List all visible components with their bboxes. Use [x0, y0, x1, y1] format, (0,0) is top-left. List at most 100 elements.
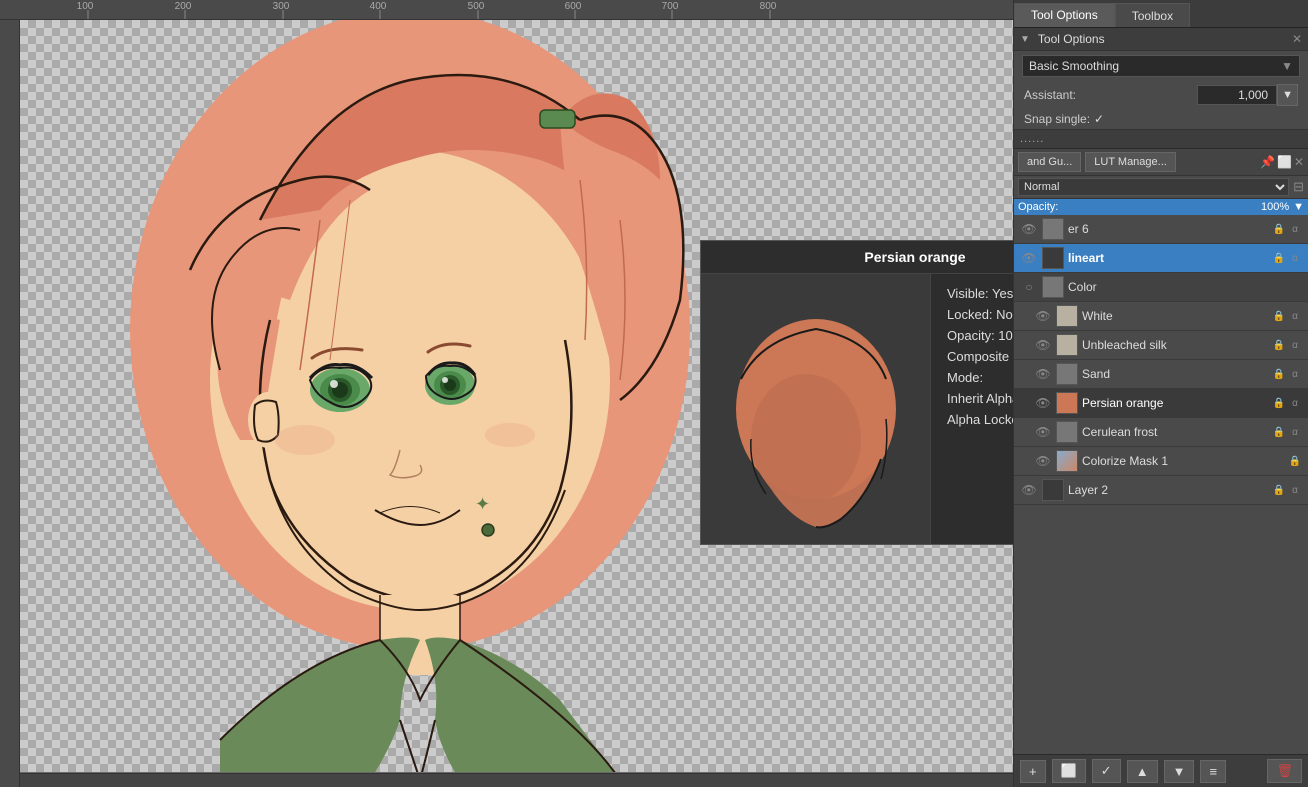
- svg-text:200: 200: [175, 1, 192, 12]
- panel-close-layers-icon[interactable]: ✕: [1294, 155, 1304, 169]
- ruler-top: 100 200 300 400 500 600 700 800: [0, 0, 1013, 20]
- layer-thumbnail: [1056, 363, 1078, 385]
- smoothing-select[interactable]: Basic Smoothing ▼: [1022, 55, 1300, 77]
- opacity-row: Opacity: 100% ▼: [1014, 199, 1308, 215]
- layer-thumbnail: [1042, 218, 1064, 240]
- lut-manage-button[interactable]: LUT Manage...: [1085, 152, 1176, 172]
- tool-options-title: Tool Options: [1038, 32, 1105, 46]
- horizontal-scrollbar[interactable]: [20, 773, 1013, 787]
- assistant-value[interactable]: 1,000: [1197, 85, 1277, 105]
- layer-name: White: [1082, 309, 1268, 323]
- snap-single-value[interactable]: ✓: [1094, 112, 1104, 126]
- svg-text:400: 400: [370, 1, 387, 12]
- add-layer-button[interactable]: +: [1020, 760, 1046, 783]
- layer-item-colorize-mask[interactable]: 👁 Colorize Mask 1 🔒: [1014, 447, 1308, 476]
- opacity-label: Opacity:: [1018, 201, 1257, 213]
- layer-item-persian-orange[interactable]: 👁 Persian orange 🔒 α: [1014, 389, 1308, 418]
- layers-panel: ...... and Gu... LUT Manage... 📌 ⬜ ✕ Nor…: [1014, 130, 1308, 787]
- layer-item-cerulean-frost[interactable]: 👁 Cerulean frost 🔒 α: [1014, 418, 1308, 447]
- alpha-icon[interactable]: α: [1288, 485, 1302, 496]
- layer-item-sand[interactable]: 👁 Sand 🔒 α: [1014, 360, 1308, 389]
- layers-footer: + ⬜ ✓ ▲ ▼ ≡ 🗑: [1014, 754, 1308, 787]
- alpha-icon[interactable]: α: [1288, 253, 1302, 264]
- tooltip-opacity: Opacity: 100%: [947, 328, 1013, 343]
- lock-icon[interactable]: 🔒: [1272, 224, 1286, 235]
- delete-layer-button[interactable]: 🗑: [1267, 759, 1302, 783]
- assistant-stepper[interactable]: ▼: [1277, 84, 1298, 106]
- toolbar-dots: ......: [1020, 133, 1044, 145]
- ruler-left: [0, 20, 20, 787]
- layer-thumbnail: [1042, 247, 1064, 269]
- collapse-icon[interactable]: ▼: [1020, 34, 1030, 45]
- alpha-icon[interactable]: α: [1288, 369, 1302, 380]
- layer-item-color[interactable]: ○ Color: [1014, 273, 1308, 302]
- panel-pin-icon[interactable]: 📌: [1260, 155, 1275, 169]
- move-down-button[interactable]: ▼: [1164, 760, 1195, 783]
- opacity-arrow[interactable]: ▼: [1293, 201, 1304, 213]
- layer-visibility-icon[interactable]: 👁: [1020, 481, 1038, 499]
- assistant-row: Assistant: 1,000 ▼: [1014, 81, 1308, 109]
- layer-thumbnail: [1056, 392, 1078, 414]
- svg-text:✦: ✦: [475, 494, 490, 514]
- tooltip-title: Persian orange: [701, 241, 1013, 274]
- layer-item-lineart[interactable]: 👁 lineart 🔒 α: [1014, 244, 1308, 273]
- layer-visibility-icon[interactable]: 👁: [1034, 452, 1052, 470]
- right-panel: Tool Options Toolbox ▼ Tool Options ✕ Ba…: [1013, 0, 1308, 787]
- layer-item[interactable]: 👁 er 6 🔒 α: [1014, 215, 1308, 244]
- alpha-icon[interactable]: α: [1288, 311, 1302, 322]
- smoothing-row: Basic Smoothing ▼: [1014, 51, 1308, 81]
- layer-visibility-icon[interactable]: 👁: [1034, 394, 1052, 412]
- lock-icon[interactable]: 🔒: [1272, 485, 1286, 496]
- alpha-icon[interactable]: α: [1288, 398, 1302, 409]
- tab-toolbox[interactable]: Toolbox: [1115, 3, 1190, 27]
- panel-tabs: Tool Options Toolbox: [1014, 0, 1308, 28]
- layer-item-layer2[interactable]: 👁 Layer 2 🔒 α: [1014, 476, 1308, 505]
- tool-options-panel: ▼ Tool Options ✕ Basic Smoothing ▼ Assis…: [1014, 28, 1308, 130]
- alpha-icon[interactable]: α: [1288, 427, 1302, 438]
- tooltip-info: Visible: Yes Locked: No Opacity: 100% Co…: [931, 274, 1013, 544]
- panel-close-icon[interactable]: ✕: [1292, 32, 1302, 46]
- layer-visibility-icon[interactable]: 👁: [1034, 423, 1052, 441]
- alpha-icon[interactable]: α: [1288, 340, 1302, 351]
- canvas-wrapper: ✦: [20, 20, 1013, 772]
- flatten-button[interactable]: ≡: [1200, 760, 1226, 783]
- svg-text:500: 500: [468, 1, 485, 12]
- layer-item-white[interactable]: 👁 White 🔒 α: [1014, 302, 1308, 331]
- tab-tool-options[interactable]: Tool Options: [1014, 3, 1115, 27]
- lock-icon[interactable]: 🔒: [1272, 311, 1286, 322]
- tooltip-thumbnail: [701, 274, 931, 544]
- layer-visibility-icon[interactable]: 👁: [1034, 307, 1052, 325]
- layer-visibility-icon[interactable]: ○: [1020, 278, 1038, 296]
- layer-visibility-icon[interactable]: 👁: [1034, 365, 1052, 383]
- merge-layer-button[interactable]: ✓: [1092, 759, 1121, 783]
- tooltip-alpha-locked: Alpha Locked: Yes: [947, 412, 1013, 427]
- svg-text:800: 800: [760, 1, 777, 12]
- lock-icon[interactable]: 🔒: [1288, 456, 1302, 467]
- lock-icon[interactable]: 🔒: [1272, 340, 1286, 351]
- layer-visibility-icon[interactable]: 👁: [1020, 220, 1038, 238]
- tooltip-visible: Visible: Yes: [947, 286, 1013, 301]
- group-layer-button[interactable]: ⬜: [1052, 759, 1086, 783]
- lock-icon[interactable]: 🔒: [1272, 427, 1286, 438]
- blend-mode-select[interactable]: Normal: [1018, 178, 1289, 196]
- svg-text:100: 100: [77, 1, 94, 12]
- layers-sub-tools: and Gu... LUT Manage... 📌 ⬜ ✕: [1014, 149, 1308, 176]
- layer-item-unbleached-silk[interactable]: 👁 Unbleached silk 🔒 α: [1014, 331, 1308, 360]
- layer-name: Persian orange: [1082, 396, 1268, 410]
- filter-icon[interactable]: ⊟: [1293, 179, 1304, 195]
- alpha-icon[interactable]: α: [1288, 224, 1302, 235]
- panel-expand-icon[interactable]: ⬜: [1277, 155, 1292, 169]
- lock-icon[interactable]: 🔒: [1272, 398, 1286, 409]
- layers-list: 👁 er 6 🔒 α 👁 lineart 🔒 α: [1014, 215, 1308, 754]
- layer-thumbnail: [1056, 334, 1078, 356]
- layer-visibility-icon[interactable]: 👁: [1034, 336, 1052, 354]
- layer-name: Unbleached silk: [1082, 338, 1268, 352]
- layer-visibility-icon[interactable]: 👁: [1020, 249, 1038, 267]
- layer-thumbnail: [1042, 479, 1064, 501]
- lock-icon[interactable]: 🔒: [1272, 369, 1286, 380]
- lock-icon[interactable]: 🔒: [1272, 253, 1286, 264]
- snap-single-row: Snap single: ✓: [1014, 109, 1308, 129]
- move-up-button[interactable]: ▲: [1127, 760, 1158, 783]
- mode-row: Normal ⊟: [1014, 176, 1308, 199]
- and-gu-button[interactable]: and Gu...: [1018, 152, 1081, 172]
